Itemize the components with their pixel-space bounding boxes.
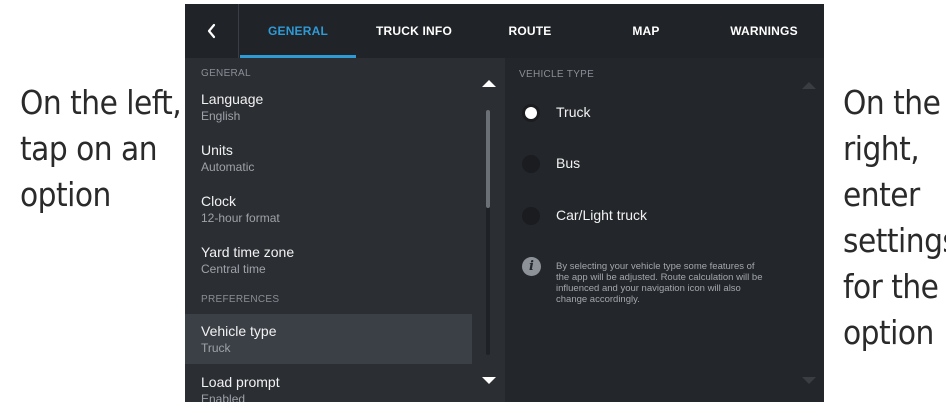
setting-load-prompt[interactable]: Load prompt Enabled <box>185 365 472 402</box>
section-header-preferences: PREFERENCES <box>201 294 280 305</box>
right-caption-line: enter <box>843 175 920 214</box>
scrollbar-thumb[interactable] <box>486 110 490 208</box>
setting-value: English <box>201 109 241 123</box>
settings-screen: GENERAL TRUCK INFO ROUTE MAP WARNINGS GE… <box>185 4 824 402</box>
tab-warnings[interactable]: WARNINGS <box>704 4 824 58</box>
radio-button[interactable] <box>522 207 540 225</box>
setting-label: Language <box>201 91 264 107</box>
setting-vehicle-type[interactable]: Vehicle type Truck <box>185 314 472 364</box>
scroll-down-icon[interactable] <box>801 376 817 386</box>
right-caption: On the right, enter settings for the opt… <box>843 80 946 356</box>
setting-value: Enabled <box>201 392 246 402</box>
scroll-up-icon[interactable] <box>481 78 497 88</box>
info-text: By selecting your vehicle type some feat… <box>556 261 763 305</box>
right-caption-line: for the <box>843 267 939 306</box>
radio-button[interactable] <box>522 155 540 173</box>
right-caption-line: right, <box>843 129 920 168</box>
scroll-up-icon[interactable] <box>801 80 817 90</box>
detail-header: VEHICLE TYPE <box>519 69 595 80</box>
left-caption: On the left, tap on an option <box>20 80 182 218</box>
tab-map[interactable]: MAP <box>588 4 704 58</box>
info-icon: i <box>522 257 541 276</box>
right-caption-line: On the <box>843 83 941 122</box>
left-caption-line: On the left, <box>20 83 182 122</box>
setting-value: Truck <box>201 341 231 355</box>
setting-label: Units <box>201 142 233 158</box>
left-caption-line: option <box>20 175 111 214</box>
right-caption-line: option <box>843 313 934 352</box>
top-nav-bar: GENERAL TRUCK INFO ROUTE MAP WARNINGS <box>185 4 824 58</box>
option-bus[interactable]: Bus <box>519 152 799 176</box>
chevron-left-icon <box>207 23 215 39</box>
setting-label: Yard time zone <box>201 244 295 260</box>
settings-list: GENERAL Language English Units Automatic… <box>185 58 505 402</box>
section-header-general: GENERAL <box>201 68 251 79</box>
setting-units[interactable]: Units Automatic <box>185 133 472 183</box>
setting-value: Central time <box>201 262 266 276</box>
tab-truck-info[interactable]: TRUCK INFO <box>356 4 472 58</box>
setting-language[interactable]: Language English <box>185 82 472 132</box>
right-caption-line: settings <box>843 221 946 260</box>
setting-clock[interactable]: Clock 12-hour format <box>185 184 472 234</box>
scroll-down-icon[interactable] <box>481 376 497 386</box>
option-label: Car/Light truck <box>556 207 648 223</box>
back-button[interactable] <box>185 4 239 58</box>
tab-general[interactable]: GENERAL <box>240 4 356 58</box>
setting-label: Load prompt <box>201 374 280 390</box>
setting-label: Clock <box>201 193 237 209</box>
setting-label: Vehicle type <box>201 323 277 339</box>
left-caption-line: tap on an <box>20 129 158 168</box>
option-car-light-truck[interactable]: Car/Light truck <box>519 204 799 228</box>
tab-route[interactable]: ROUTE <box>472 4 588 58</box>
option-label: Truck <box>556 104 591 120</box>
setting-value: Automatic <box>201 160 255 174</box>
setting-yard-time-zone[interactable]: Yard time zone Central time <box>185 235 472 285</box>
detail-pane: VEHICLE TYPE Truck Bus Car/Light truck i… <box>505 58 824 402</box>
option-truck[interactable]: Truck <box>519 101 799 125</box>
radio-button[interactable] <box>522 104 540 122</box>
option-label: Bus <box>556 155 581 171</box>
setting-value: 12-hour format <box>201 211 280 225</box>
